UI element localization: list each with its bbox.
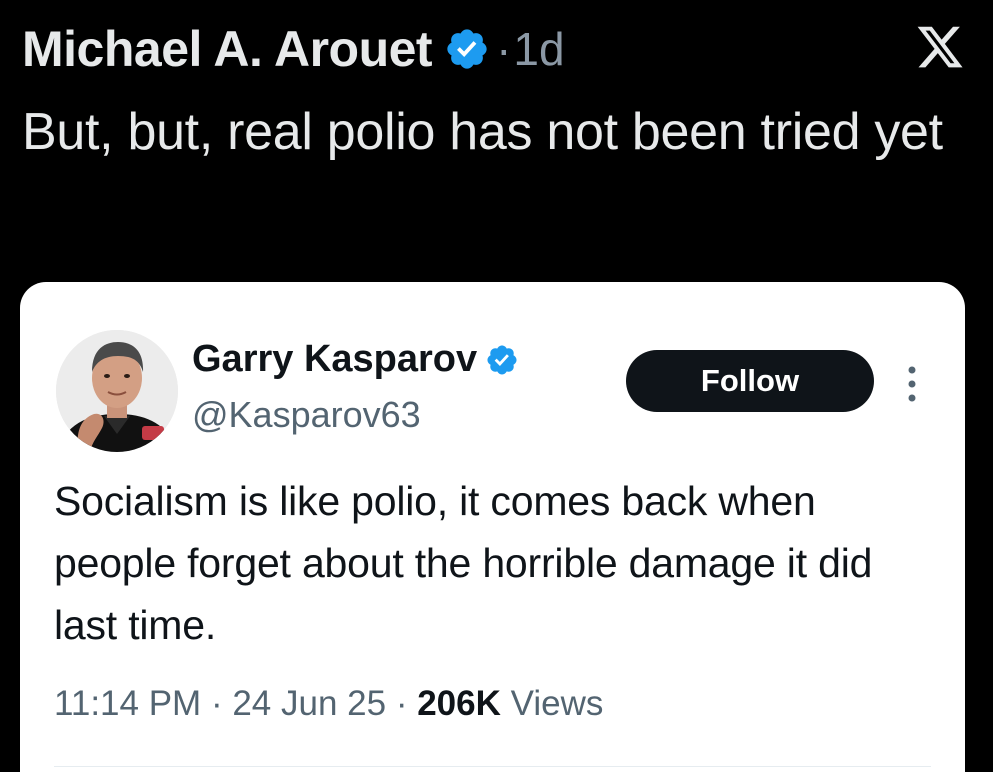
quoted-tweet-date[interactable]: 24 Jun 25	[232, 684, 386, 723]
verified-badge-icon	[444, 26, 490, 72]
more-vertical-icon[interactable]	[904, 364, 920, 404]
quoted-author-handle[interactable]: @Kasparov63	[192, 394, 421, 436]
quoted-tweet-time[interactable]: 11:14 PM	[54, 684, 201, 723]
meta-separator: ·	[210, 684, 223, 723]
quoted-author: Garry Kasparov	[192, 338, 519, 381]
screenshot-page: Michael A. Arouet · 1d But, but, real po…	[0, 0, 993, 772]
quoted-author-name[interactable]: Garry Kasparov	[192, 338, 477, 381]
views-count: 206K	[417, 684, 501, 723]
outer-tweet-text: But, but, real polio has not been tried …	[22, 103, 943, 161]
quoted-tweet-meta: 11:14 PM · 24 Jun 25 · 206K Views	[54, 684, 603, 724]
header-separator: ·	[496, 23, 512, 75]
outer-tweet-header: Michael A. Arouet · 1d	[22, 14, 971, 84]
verified-badge-icon	[485, 343, 519, 377]
profile-photo-avatar[interactable]	[56, 330, 178, 452]
quoted-tweet-text: Socialism is like polio, it comes back w…	[54, 478, 873, 648]
outer-author-name[interactable]: Michael A. Arouet	[22, 20, 433, 78]
follow-button[interactable]: Follow	[626, 350, 874, 412]
x-logo-icon	[915, 22, 965, 72]
quoted-tweet-card[interactable]: Garry Kasparov @Kasparov63 Follow Social…	[20, 282, 965, 772]
views-label: Views	[510, 684, 604, 723]
divider	[54, 766, 931, 767]
tweet-timestamp[interactable]: 1d	[513, 22, 564, 76]
meta-separator: ·	[395, 684, 408, 723]
